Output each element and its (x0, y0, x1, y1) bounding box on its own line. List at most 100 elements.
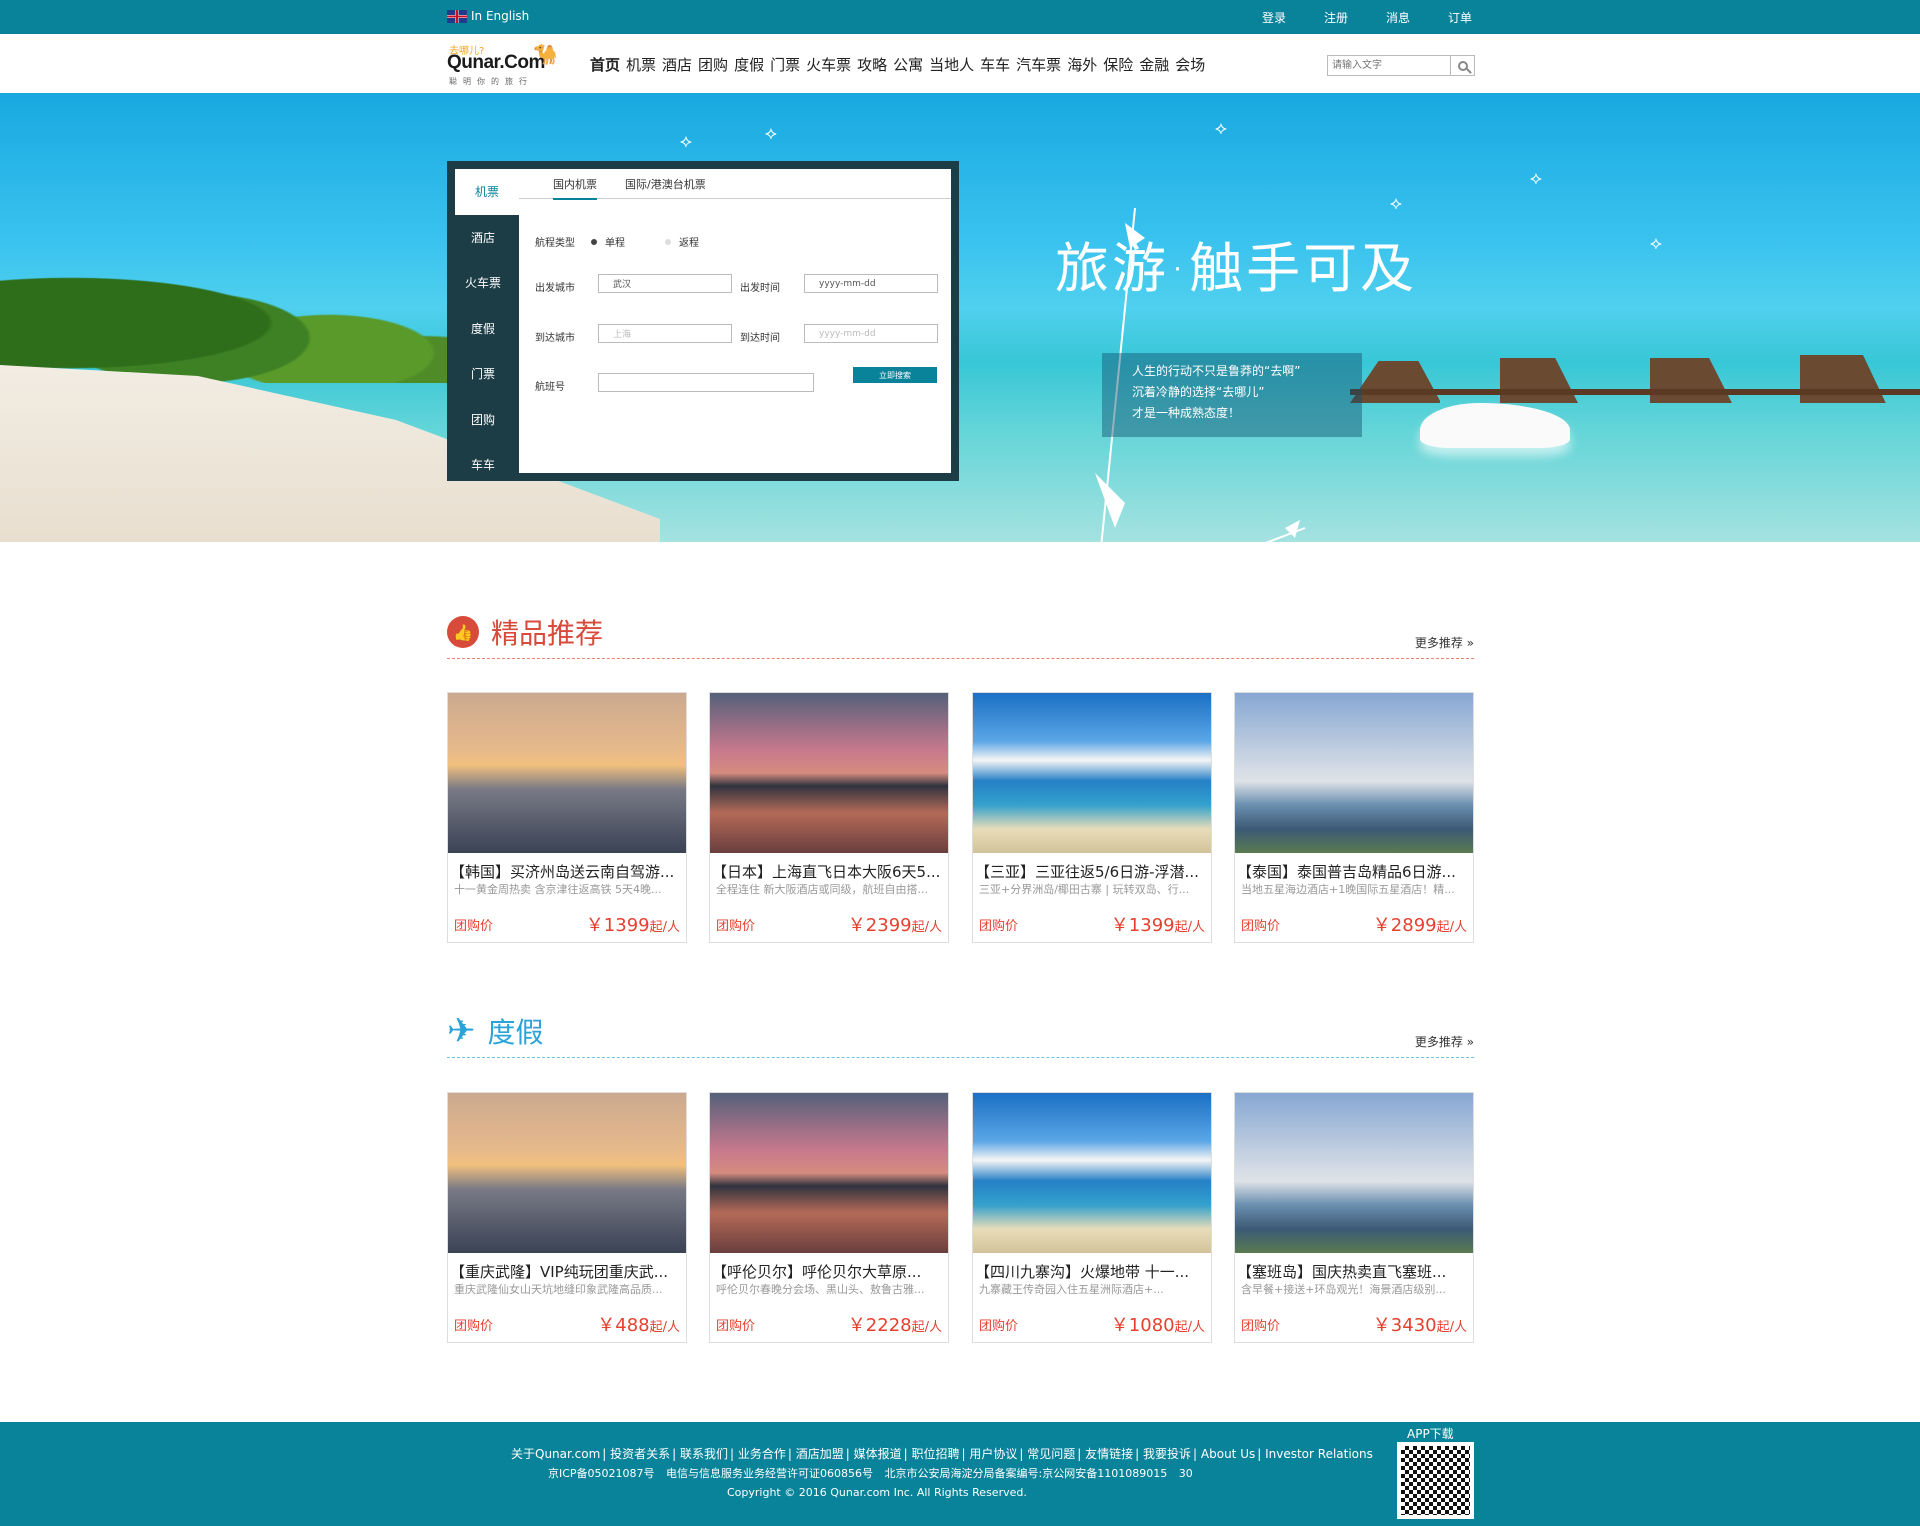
nav-overseas[interactable]: 海外 (1067, 54, 1097, 75)
nav-locals[interactable]: 当地人 (929, 54, 974, 75)
category-flights[interactable]: 机票 (455, 169, 519, 215)
orders-link[interactable]: 订单 (1448, 9, 1472, 26)
register-link[interactable]: 注册 (1324, 9, 1348, 26)
seagull-icon: ⟡ (1530, 168, 1542, 189)
card-desc: 重庆武隆仙女山天坑地缝印象武隆高品质... (454, 1283, 663, 1296)
footer-link[interactable]: Investor Relations (1265, 1447, 1373, 1461)
card-title[interactable]: 【三亚】三亚往返5/6日游-浮潜... (975, 861, 1209, 882)
nav-car[interactable]: 车车 (980, 54, 1010, 75)
footer-link[interactable]: 酒店加盟 (796, 1447, 844, 1461)
nav-apartments[interactable]: 公寓 (893, 54, 923, 75)
category-tickets[interactable]: 门票 (447, 351, 519, 397)
sanya-beach-image (973, 693, 1211, 853)
messages-link[interactable]: 消息 (1386, 9, 1410, 26)
category-hotels[interactable]: 酒店 (447, 215, 519, 261)
card-title[interactable]: 【泰国】泰国普吉岛精品6日游... (1237, 861, 1471, 882)
more-recommend-link[interactable]: 更多推荐 » (1415, 1033, 1474, 1050)
footer-link[interactable]: 职位招聘 (912, 1447, 960, 1461)
tab-domestic[interactable]: 国内机票 (553, 176, 597, 200)
product-card[interactable]: 【塞班岛】国庆热卖直飞塞班... 含早餐+接送+环岛观光！海景酒店级别... 团购价… (1234, 1092, 1474, 1343)
footer-link[interactable]: 常见问题 (1027, 1447, 1075, 1461)
nav-group-buy[interactable]: 团购 (698, 54, 728, 75)
product-card[interactable]: 【韩国】买济州岛送云南自驾游... 十一黄金周热卖 含京津往返高铁 5天4晚...… (447, 692, 687, 943)
price-label: 团购价 (979, 919, 1019, 934)
nav-flights[interactable]: 机票 (626, 54, 656, 75)
nav-venue[interactable]: 会场 (1175, 54, 1205, 75)
booking-category-menu: 机票 酒店 火车票 度假 门票 团购 车车 (447, 169, 519, 481)
nav-train[interactable]: 火车票 (806, 54, 851, 75)
tab-international[interactable]: 国际/港澳台机票 (625, 176, 706, 192)
product-card[interactable]: 【四川九寨沟】火爆地带 十一... 九寨藏王传奇园入住五星洲际酒店+... 团购价 ￥… (972, 1092, 1212, 1343)
card-desc: 三亚+分界洲岛/椰田古寨 | 玩转双岛、行... (979, 883, 1190, 896)
arrive-city-input[interactable]: 上海 (598, 324, 732, 343)
category-train[interactable]: 火车票 (447, 260, 519, 306)
card-title[interactable]: 【重庆武隆】VIP纯玩团重庆武... (450, 1261, 684, 1282)
one-way-radio[interactable] (591, 238, 597, 245)
booking-panel: 机票 酒店 火车票 度假 门票 团购 车车 国内机票 国际/港澳台机票 航程类型… (447, 161, 959, 481)
depart-city-input[interactable]: 武汉 (598, 274, 732, 293)
product-card[interactable]: 【三亚】三亚往返5/6日游-浮潜... 三亚+分界洲岛/椰田古寨 | 玩转双岛、行… (972, 692, 1212, 943)
footer-link[interactable]: About Us (1201, 1447, 1255, 1461)
login-link[interactable]: 登录 (1262, 9, 1286, 26)
quote-line: 人生的行动不只是鲁莽的“去啊” (1132, 364, 1301, 378)
price-unit: 起/人 (1174, 1320, 1205, 1335)
round-trip-radio[interactable] (665, 238, 671, 245)
arrive-time-input[interactable]: yyyy-mm-dd (804, 324, 938, 343)
card-title[interactable]: 【日本】上海直飞日本大阪6天5... (712, 861, 946, 882)
flight-search-button[interactable]: 立即搜索 (853, 367, 937, 383)
more-recommend-link[interactable]: 更多推荐 » (1415, 634, 1474, 651)
price-unit: 起/人 (649, 920, 680, 935)
product-card[interactable]: 【重庆武隆】VIP纯玩团重庆武... 重庆武隆仙女山天坑地缝印象武隆高品质... 团… (447, 1092, 687, 1343)
footer-link[interactable]: 友情链接 (1085, 1447, 1133, 1461)
price-unit: 起/人 (1174, 920, 1205, 935)
qunar-logo[interactable]: 去哪儿? Qunar.Com 🐪 聪明你的旅行 (447, 42, 567, 90)
price-label: 团购价 (979, 1319, 1019, 1334)
search-input[interactable] (1328, 56, 1450, 75)
nav-tickets[interactable]: 门票 (770, 54, 800, 75)
footer-link[interactable]: 联系我们 (680, 1447, 728, 1461)
footer-link[interactable]: 投资者关系 (610, 1447, 670, 1461)
temple-image (1235, 1093, 1473, 1253)
category-car[interactable]: 车车 (447, 442, 519, 488)
language-switch[interactable]: In English (447, 9, 529, 23)
featured-title: 👍 精品推荐 (447, 612, 603, 652)
footer-link[interactable]: 媒体报道 (854, 1447, 902, 1461)
flight-no-input[interactable] (598, 373, 814, 392)
qr-code[interactable] (1397, 1442, 1474, 1519)
flight-tabs: 国内机票 国际/港澳台机票 (519, 169, 951, 200)
card-title[interactable]: 【四川九寨沟】火爆地带 十一... (975, 1261, 1209, 1282)
category-group-buy[interactable]: 团购 (447, 397, 519, 443)
trip-type-row: 航程类型 单程 返程 (535, 234, 699, 249)
seagull-icon: ⟡ (1650, 233, 1662, 254)
footer-link[interactable]: 关于Qunar.com (511, 1447, 600, 1461)
nav-insurance[interactable]: 保险 (1103, 54, 1133, 75)
uk-flag-icon (447, 9, 467, 23)
card-title[interactable]: 【呼伦贝尔】呼伦贝尔大草原... (712, 1261, 946, 1282)
nav-hotels[interactable]: 酒店 (662, 54, 692, 75)
footer-link[interactable]: 业务合作 (738, 1447, 786, 1461)
card-title[interactable]: 【韩国】买济州岛送云南自驾游... (450, 861, 684, 882)
search-button[interactable] (1450, 56, 1474, 75)
product-card[interactable]: 【日本】上海直飞日本大阪6天5... 全程连住 新大阪酒店或同级，航班自由搭...… (709, 692, 949, 943)
search-box (1327, 55, 1475, 76)
product-card[interactable]: 【呼伦贝尔】呼伦贝尔大草原... 呼伦贝尔春晚分会场、黑山头、敖鲁古雅... 团购价… (709, 1092, 949, 1343)
nav-guides[interactable]: 攻略 (857, 54, 887, 75)
arrive-time-label: 到达时间 (740, 333, 780, 344)
price-value: ￥1080 (1110, 1315, 1175, 1336)
airplane-icon: ✈ (447, 1011, 476, 1051)
quote-line: 才是一种成熟态度！ (1132, 406, 1241, 420)
footer-link[interactable]: 用户协议 (969, 1447, 1017, 1461)
product-card[interactable]: 【泰国】泰国普吉岛精品6日游... 当地五星海边酒店+1晚国际五星酒店！精... 团… (1234, 692, 1474, 943)
depart-time-input[interactable]: yyyy-mm-dd (804, 274, 938, 293)
nav-finance[interactable]: 金融 (1139, 54, 1169, 75)
footer-links: 关于Qunar.com | 投资者关系 | 联系我们 | 业务合作 | 酒店加盟 | 媒体… (511, 1447, 1373, 1461)
nav-vacation[interactable]: 度假 (734, 54, 764, 75)
round-trip-label: 返程 (679, 238, 699, 249)
nav-bus[interactable]: 汽车票 (1016, 54, 1061, 75)
nav-home[interactable]: 首页 (590, 54, 620, 75)
price-value: ￥2228 (847, 1315, 912, 1336)
category-vacation[interactable]: 度假 (447, 306, 519, 352)
footer-link[interactable]: 我要投诉 (1143, 1447, 1191, 1461)
card-title[interactable]: 【塞班岛】国庆热卖直飞塞班... (1237, 1261, 1471, 1282)
price-value: ￥1399 (585, 915, 650, 936)
